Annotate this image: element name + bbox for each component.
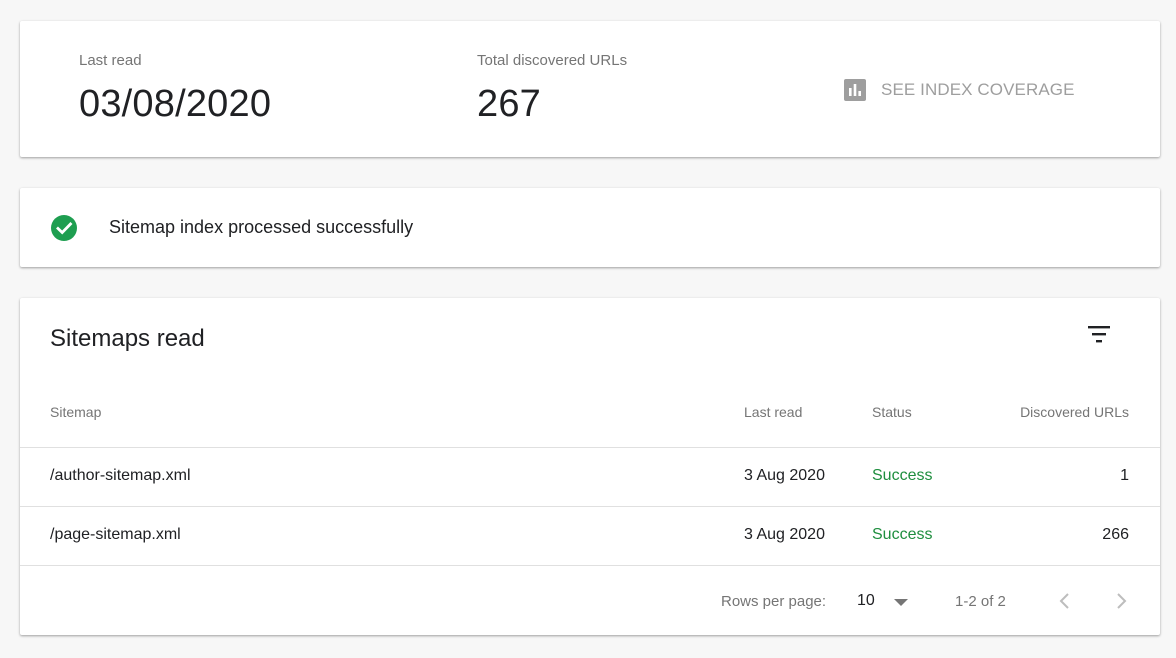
last-read-cell: 3 Aug 2020 [744, 467, 825, 484]
column-header-status[interactable]: Status [872, 404, 912, 420]
dropdown-arrow-icon [894, 599, 908, 606]
sitemap-cell: /page-sitemap.xml [50, 526, 181, 543]
column-header-discovered-urls[interactable]: Discovered URLs [1020, 404, 1129, 420]
rows-per-page-value: 10 [857, 592, 875, 609]
status-card: Sitemap index processed successfully [20, 188, 1160, 267]
chevron-right-icon[interactable] [1107, 587, 1135, 615]
column-header-sitemap[interactable]: Sitemap [50, 404, 101, 420]
bar-chart-icon [844, 79, 866, 101]
rows-per-page-label: Rows per page: [721, 593, 827, 610]
table-row[interactable]: /author-sitemap.xml 3 Aug 2020 Success 1 [20, 448, 1160, 506]
last-read-cell: 3 Aug 2020 [744, 526, 825, 543]
column-header-last-read[interactable]: Last read [744, 404, 802, 420]
discovered-urls-cell: 1 [1120, 467, 1129, 484]
summary-card: Last read 03/08/2020 Total discovered UR… [20, 21, 1160, 157]
table-row[interactable]: /page-sitemap.xml 3 Aug 2020 Success 266 [20, 507, 1160, 565]
chevron-left-icon[interactable] [1051, 587, 1079, 615]
sitemap-cell: /author-sitemap.xml [50, 467, 191, 484]
see-index-coverage-button[interactable]: SEE INDEX COVERAGE [844, 75, 1075, 105]
status-cell: Success [872, 526, 933, 543]
last-read-label: Last read [79, 52, 142, 69]
discovered-urls-cell: 266 [1102, 526, 1129, 543]
sitemaps-table-card: Sitemaps read Sitemap Last read Status D… [20, 298, 1160, 635]
total-urls-value: 267 [477, 83, 542, 125]
status-cell: Success [872, 467, 933, 484]
rows-per-page-select[interactable]: 10 [857, 590, 917, 614]
last-read-value: 03/08/2020 [79, 83, 272, 125]
divider [20, 565, 1160, 566]
see-index-coverage-label: SEE INDEX COVERAGE [881, 80, 1075, 99]
filter-icon[interactable] [1084, 320, 1114, 350]
check-circle-icon [51, 215, 77, 241]
table-title: Sitemaps read [50, 325, 205, 352]
total-urls-label: Total discovered URLs [477, 52, 628, 69]
status-message: Sitemap index processed successfully [109, 217, 414, 237]
pagination-range: 1-2 of 2 [955, 593, 1006, 610]
